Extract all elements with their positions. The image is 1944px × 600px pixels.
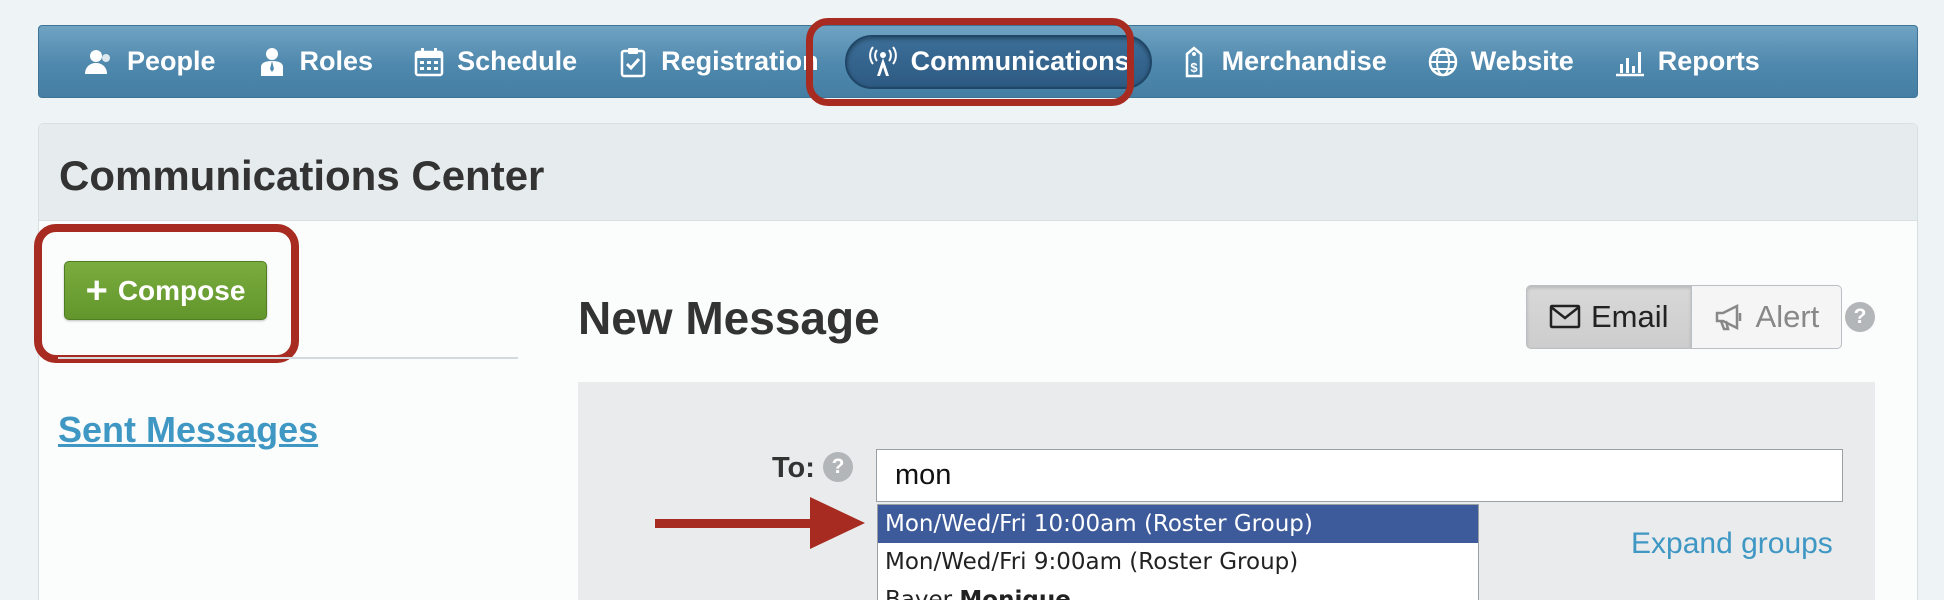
nav-item-label: Reports: [1657, 46, 1760, 76]
globe-icon: [1428, 47, 1457, 76]
main-nav-bar: People Roles Schedule Registration Commu…: [38, 25, 1918, 98]
email-toggle-button[interactable]: Email: [1526, 285, 1692, 349]
nav-item-people[interactable]: People: [69, 35, 230, 89]
nav-item-label: Registration: [661, 46, 819, 76]
nav-item-label: Schedule: [457, 46, 578, 76]
nav-item-label: Communications: [910, 46, 1130, 76]
autocomplete-option[interactable]: Bayer, Monique: [878, 581, 1478, 600]
recipient-input[interactable]: mon: [876, 449, 1843, 502]
recipient-help-icon[interactable]: ?: [823, 452, 853, 482]
calendar-icon: [414, 47, 444, 76]
svg-text:$: $: [1190, 60, 1198, 75]
plus-icon: +: [85, 269, 108, 312]
envelope-icon: [1549, 304, 1581, 329]
sent-messages-link[interactable]: Sent Messages: [58, 409, 318, 451]
option-prefix: Bayer,: [885, 587, 960, 600]
email-toggle-label: Email: [1591, 299, 1669, 334]
bar-chart-icon: [1615, 51, 1644, 76]
new-message-title: New Message: [578, 292, 880, 344]
annotation-arrow: [655, 497, 865, 549]
compose-button-label: Compose: [117, 274, 246, 306]
sidebar-divider: [58, 357, 518, 359]
panel-header: Communications Center: [39, 124, 1917, 221]
nav-item-website[interactable]: Website: [1413, 35, 1588, 89]
nav-item-label: Website: [1470, 46, 1574, 76]
alert-toggle-button[interactable]: Alert: [1691, 285, 1843, 349]
nav-item-label: Merchandise: [1221, 46, 1387, 76]
page-title: Communications Center: [59, 152, 545, 199]
price-tag-icon: $: [1185, 45, 1202, 77]
alert-toggle-label: Alert: [1755, 299, 1820, 334]
clipboard-check-icon: [620, 47, 646, 77]
compose-button[interactable]: + Compose: [64, 261, 267, 320]
nav-item-label: Roles: [299, 46, 374, 76]
nav-item-reports[interactable]: Reports: [1600, 35, 1774, 89]
recipient-autocomplete-list: Mon/Wed/Fri 10:00am (Roster Group) Mon/W…: [877, 504, 1479, 600]
nav-item-label: People: [127, 46, 216, 76]
nav-item-merchandise[interactable]: $ Merchandise: [1164, 35, 1401, 89]
expand-groups-link[interactable]: Expand groups: [1631, 527, 1833, 561]
megaphone-icon: [1715, 303, 1741, 331]
autocomplete-option[interactable]: Mon/Wed/Fri 9:00am (Roster Group): [878, 543, 1478, 581]
nav-item-schedule[interactable]: Schedule: [399, 35, 591, 89]
autocomplete-option[interactable]: Mon/Wed/Fri 10:00am (Roster Group): [878, 505, 1478, 543]
to-label: To:: [772, 452, 815, 484]
nav-item-registration[interactable]: Registration: [603, 35, 833, 89]
people-icon: [85, 49, 110, 74]
roles-icon: [260, 47, 283, 76]
option-match: Monique: [959, 587, 1071, 600]
nav-item-communications[interactable]: Communications: [844, 34, 1152, 89]
message-type-help-icon[interactable]: ?: [1845, 302, 1875, 332]
broadcast-tower-icon: [868, 45, 897, 76]
nav-item-roles[interactable]: Roles: [242, 35, 388, 89]
message-type-toggle: Email Alert: [1526, 285, 1843, 349]
